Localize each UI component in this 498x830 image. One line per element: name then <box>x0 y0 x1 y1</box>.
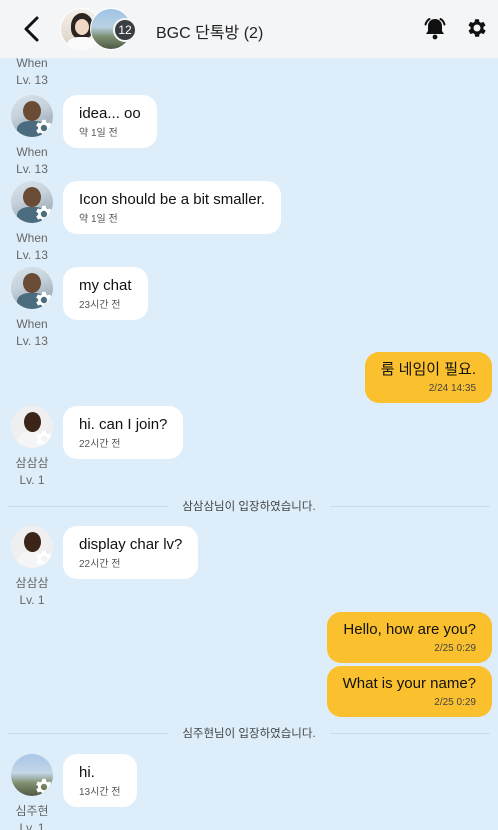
message-time: 23시간 전 <box>79 300 121 311</box>
chevron-left-icon <box>24 16 39 42</box>
message-text: Icon should be a bit smaller. <box>79 191 265 208</box>
my-message-bubble[interactable]: Hello, how are you? 2/25 0:29 <box>327 612 492 663</box>
gear-icon <box>468 19 486 37</box>
gear-icon <box>33 548 53 568</box>
my-message-bubble[interactable]: What is your name? 2/25 0:29 <box>326 666 492 717</box>
sender[interactable]: When Lv. 13 <box>8 267 56 348</box>
message-time: 약 1일 전 <box>79 214 118 225</box>
message-text: What is your name? <box>342 675 476 692</box>
gear-icon <box>33 428 53 448</box>
back-button[interactable] <box>18 14 44 44</box>
message-time: 13시간 전 <box>79 787 121 798</box>
message-text: idea... oo <box>79 105 141 122</box>
sender-name: When <box>16 231 48 245</box>
member-count-badge: 12 <box>113 18 137 42</box>
sender-level: Lv. 13 <box>16 334 48 348</box>
my-message-bubble[interactable]: 룸 네임이 필요. 2/24 14:35 <box>364 352 492 403</box>
sender-level: Lv. 1 <box>19 821 45 830</box>
sender-name: When <box>16 56 48 70</box>
sender-level: Lv. 13 <box>16 248 48 262</box>
message-bubble[interactable]: hi. 13시간 전 <box>63 754 137 807</box>
avatar[interactable] <box>11 406 53 448</box>
room-title: BGC 단톡방 (2) <box>156 25 264 42</box>
message-text: hi. can I join? <box>79 416 168 433</box>
message-time: 2/25 0:29 <box>434 643 476 654</box>
sender-name: 삼삼삼 <box>15 456 49 470</box>
message-time: 22시간 전 <box>79 559 121 570</box>
message-text: 룸 네임이 필요. <box>380 361 476 378</box>
gear-icon <box>33 117 53 137</box>
message-time: 2/25 0:29 <box>434 697 476 708</box>
message-time: 22시간 전 <box>79 439 121 450</box>
message-bubble[interactable]: Icon should be a bit smaller. 약 1일 전 <box>63 181 281 234</box>
message-text: hi. <box>79 764 95 781</box>
sender-level: Lv. 13 <box>16 73 48 87</box>
system-message: 삼삼삼님이 입장하였습니다. <box>0 497 498 515</box>
gear-icon <box>33 776 53 796</box>
message-time: 약 1일 전 <box>79 128 118 139</box>
chat-header: 12 BGC 단톡방 (2) <box>0 0 498 58</box>
avatar[interactable] <box>11 181 53 223</box>
avatar[interactable] <box>11 267 53 309</box>
gear-icon <box>33 203 53 223</box>
sender-name: 심주현 <box>15 804 49 818</box>
sender-level: Lv. 1 <box>19 473 45 487</box>
sender[interactable]: 삼삼삼 Lv. 1 <box>8 526 56 607</box>
message-bubble[interactable]: my chat 23시간 전 <box>63 267 148 320</box>
sender[interactable]: When Lv. 13 <box>8 181 56 262</box>
sender[interactable]: 심주현 Lv. 1 <box>8 754 56 830</box>
message-text: display char lv? <box>79 536 183 553</box>
alarm-button[interactable] <box>422 16 448 42</box>
avatar[interactable] <box>11 526 53 568</box>
message-bubble[interactable]: idea... oo 약 1일 전 <box>63 95 157 148</box>
message-bubble[interactable]: display char lv? 22시간 전 <box>63 526 199 579</box>
avatar[interactable] <box>11 754 53 796</box>
system-text: 심주현님이 입장하였습니다. <box>176 725 322 741</box>
message-text: Hello, how are you? <box>343 621 476 638</box>
sender[interactable]: When Lv. 13 <box>8 95 56 176</box>
avatar[interactable] <box>11 95 53 137</box>
sender[interactable]: 삼삼삼 Lv. 1 <box>8 406 56 487</box>
system-text: 삼삼삼님이 입장하였습니다. <box>176 498 322 514</box>
message-time: 2/24 14:35 <box>428 383 476 394</box>
message-text: my chat <box>79 277 132 294</box>
system-message: 심주현님이 입장하였습니다. <box>0 724 498 742</box>
sender-name: When <box>16 145 48 159</box>
sender-level: Lv. 13 <box>16 162 48 176</box>
settings-button[interactable] <box>465 16 489 42</box>
bell-icon <box>424 18 446 40</box>
gear-icon <box>33 289 53 309</box>
sender-name: 삼삼삼 <box>15 576 49 590</box>
room-avatars[interactable]: 12 <box>60 8 140 50</box>
sender-level: Lv. 1 <box>19 593 45 607</box>
message-bubble[interactable]: hi. can I join? 22시간 전 <box>63 406 184 459</box>
sender-name: When <box>16 317 48 331</box>
